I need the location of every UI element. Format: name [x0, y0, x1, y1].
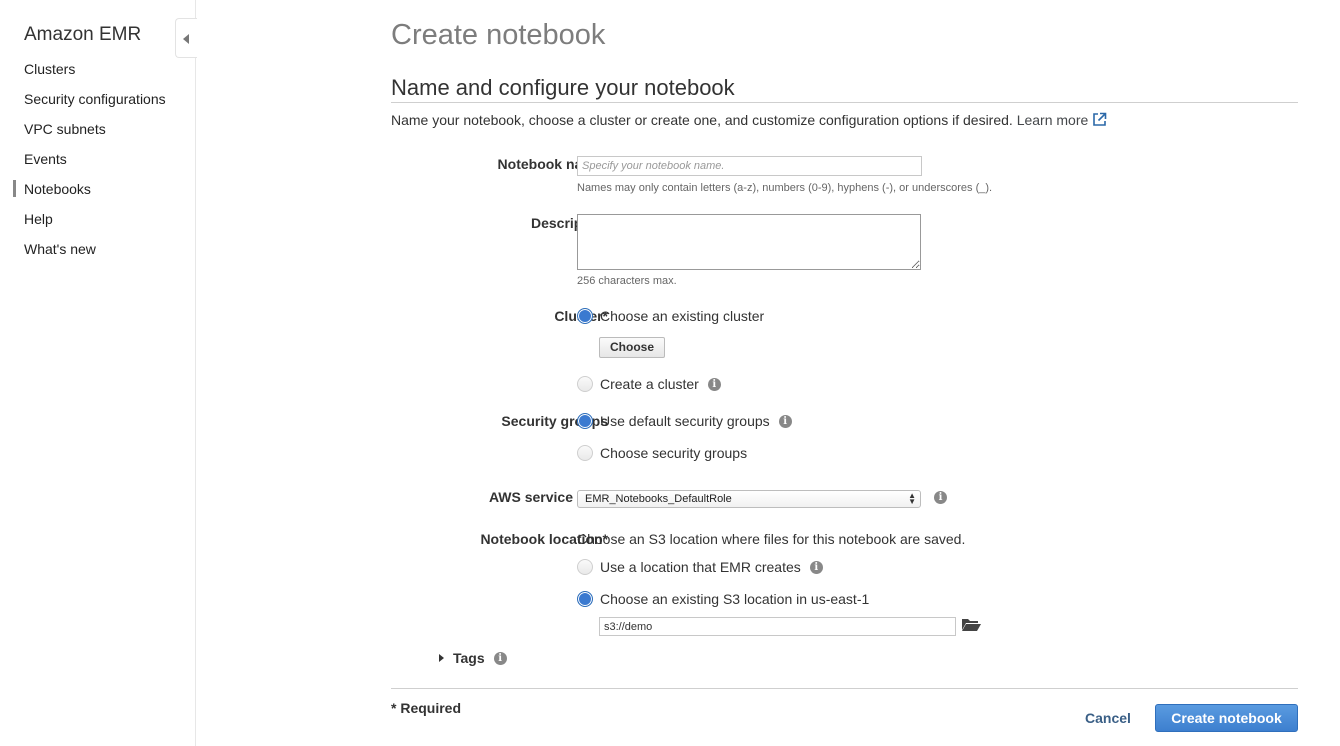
info-icon[interactable]: i — [707, 377, 721, 391]
location-existing-option[interactable]: Choose an existing S3 location in us-eas… — [577, 591, 869, 607]
intro-description: Name your notebook, choose a cluster or … — [391, 112, 1013, 128]
security-default-radio[interactable] — [577, 413, 593, 429]
select-arrows-icon: ▲ ▼ — [908, 491, 916, 506]
sidebar: Amazon EMR Clusters Security configurati… — [0, 0, 196, 746]
location-existing-label: Choose an existing S3 location in us-eas… — [600, 591, 870, 607]
location-emr-radio[interactable] — [577, 559, 593, 575]
cluster-existing-option[interactable]: Choose an existing cluster — [577, 308, 764, 324]
sidebar-item-events[interactable]: Events — [0, 148, 196, 178]
notebook-name-hint: Names may only contain letters (a-z), nu… — [577, 182, 993, 194]
info-icon[interactable]: i — [493, 651, 507, 665]
cluster-create-label: Create a cluster — [600, 376, 699, 392]
security-choose-label: Choose security groups — [600, 445, 748, 461]
cluster-create-radio[interactable] — [577, 376, 593, 392]
description-hint: 256 characters max. — [577, 275, 677, 287]
sidebar-item-notebooks[interactable]: Notebooks — [0, 178, 196, 208]
location-emr-option[interactable]: Use a location that EMR creates i — [577, 559, 823, 575]
sidebar-item-help[interactable]: Help — [0, 208, 196, 238]
page-title: Create notebook — [391, 19, 606, 51]
info-icon[interactable]: i — [809, 560, 823, 574]
service-role-select[interactable]: EMR_Notebooks_DefaultRole ▲ ▼ — [577, 490, 921, 508]
create-notebook-button[interactable]: Create notebook — [1155, 704, 1298, 732]
info-icon[interactable]: i — [934, 491, 947, 504]
security-choose-option[interactable]: Choose security groups — [577, 445, 747, 461]
cluster-existing-radio[interactable] — [577, 308, 593, 324]
required-note: * Required — [391, 700, 462, 716]
cluster-create-option[interactable]: Create a cluster i — [577, 376, 721, 392]
sidebar-item-whats-new[interactable]: What's new — [0, 238, 196, 268]
footer-divider — [391, 688, 1298, 689]
folder-open-icon[interactable] — [961, 617, 982, 632]
cancel-button[interactable]: Cancel — [1085, 710, 1131, 726]
section-divider — [391, 102, 1298, 103]
sidebar-item-clusters[interactable]: Clusters — [0, 58, 196, 88]
sidebar-item-vpc-subnets[interactable]: VPC subnets — [0, 118, 196, 148]
choose-cluster-button[interactable]: Choose — [599, 337, 666, 358]
learn-more-label: Learn more — [1016, 112, 1089, 128]
s3-location-input[interactable] — [599, 617, 956, 636]
security-default-option[interactable]: Use default security groups i — [577, 413, 792, 429]
info-icon[interactable]: i — [778, 414, 792, 428]
security-default-label: Use default security groups — [600, 413, 770, 429]
intro-text: Name your notebook, choose a cluster or … — [391, 112, 1107, 128]
location-emr-label: Use a location that EMR creates — [600, 559, 801, 575]
description-textarea[interactable] — [577, 214, 921, 270]
location-existing-radio[interactable] — [577, 591, 593, 607]
tags-toggle[interactable]: Tags i — [439, 650, 507, 666]
brand-title[interactable]: Amazon EMR — [24, 24, 141, 46]
external-link-icon — [1093, 112, 1107, 126]
section-title: Name and configure your notebook — [391, 75, 735, 100]
service-role-value: EMR_Notebooks_DefaultRole — [585, 493, 732, 505]
chevron-left-icon — [183, 34, 189, 44]
collapse-sidebar-button[interactable] — [175, 18, 197, 58]
notebook-location-description: Choose an S3 location where files for th… — [577, 531, 966, 547]
notebook-name-input[interactable] — [577, 156, 922, 176]
learn-more-link[interactable]: Learn more — [1017, 112, 1108, 128]
cluster-existing-label: Choose an existing cluster — [600, 308, 765, 324]
sidebar-nav: Clusters Security configurations VPC sub… — [0, 58, 196, 268]
security-choose-radio[interactable] — [577, 445, 593, 461]
tags-label: Tags — [453, 650, 485, 666]
sidebar-item-security-configurations[interactable]: Security configurations — [0, 88, 196, 118]
caret-right-icon — [439, 654, 444, 662]
